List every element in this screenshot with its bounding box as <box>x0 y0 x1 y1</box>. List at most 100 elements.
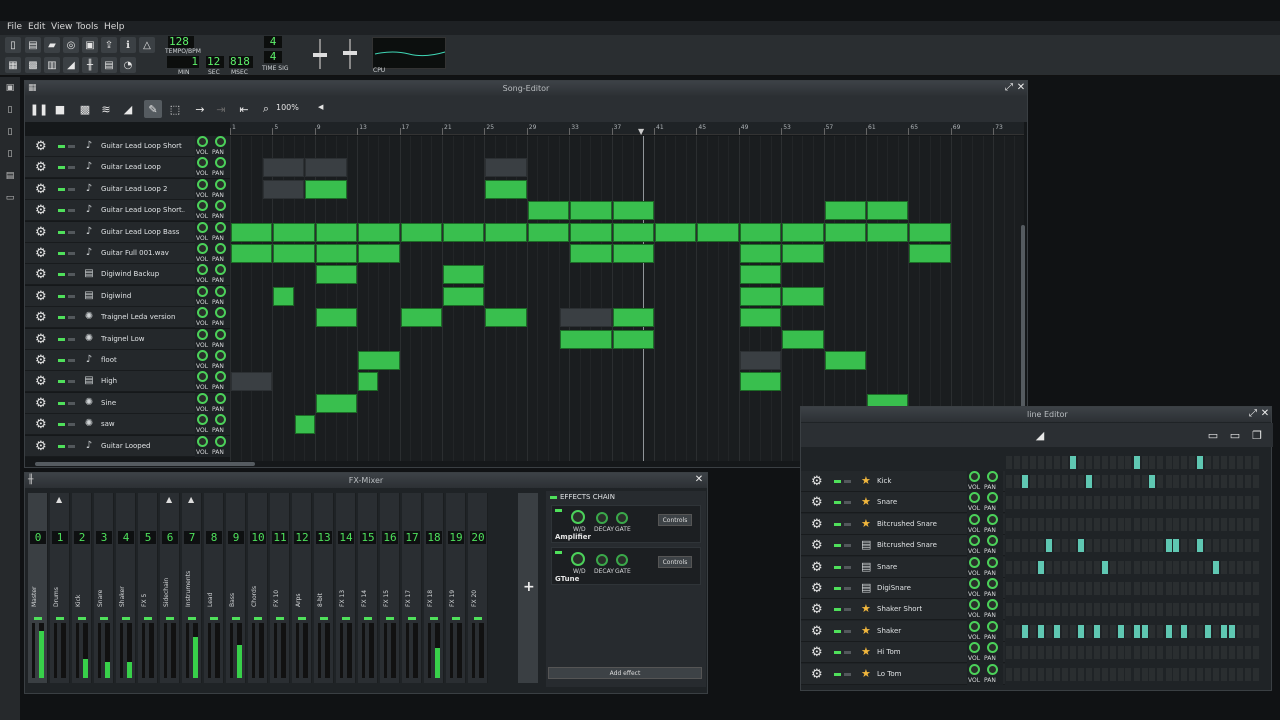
pattern-clip[interactable] <box>273 244 315 263</box>
step-button[interactable] <box>1053 560 1060 574</box>
track-row[interactable]: ⚙ ♪ Guitar Looped VOL PAN <box>25 435 230 457</box>
step-button[interactable] <box>1006 624 1012 638</box>
step-button[interactable] <box>1045 624 1052 638</box>
step-button[interactable] <box>1037 475 1044 488</box>
step-button[interactable] <box>1213 475 1220 488</box>
pattern-clip[interactable] <box>443 265 485 285</box>
channel-mute-led[interactable] <box>430 617 438 620</box>
volume-knob[interactable] <box>197 435 208 447</box>
step-button[interactable] <box>1109 517 1116 531</box>
fx-mixer-icon[interactable]: ╫ <box>82 57 98 73</box>
step-button[interactable] <box>1053 517 1060 531</box>
step-button[interactable] <box>1101 475 1108 488</box>
pattern-clip[interactable] <box>782 222 824 242</box>
track-name[interactable]: Guitar Full 001.wav <box>101 249 185 257</box>
channel-fader[interactable] <box>76 623 79 678</box>
step-button[interactable] <box>1109 560 1116 574</box>
track-row[interactable]: ⚙ ▤ High VOL PAN <box>25 371 230 393</box>
mute-toggle[interactable] <box>58 380 65 384</box>
solo-toggle[interactable] <box>844 522 851 526</box>
step-button[interactable] <box>1117 475 1124 488</box>
channel-mute-led[interactable] <box>364 617 372 620</box>
step-button[interactable] <box>1021 456 1028 469</box>
step-button[interactable] <box>1197 667 1204 681</box>
effect-led[interactable] <box>555 509 562 512</box>
step-button[interactable] <box>1125 475 1132 488</box>
pattern-clip[interactable] <box>612 329 654 349</box>
menu-tools[interactable]: Tools <box>76 22 98 32</box>
step-button[interactable] <box>1125 646 1132 660</box>
step-button[interactable] <box>1205 582 1212 595</box>
gear-icon[interactable]: ⚙ <box>35 310 47 325</box>
step-button[interactable] <box>1125 456 1132 469</box>
step-button[interactable] <box>1045 603 1052 617</box>
bb-track-row[interactable]: ⚙ ★ Kick VOL PAN <box>801 471 1005 492</box>
step-button[interactable] <box>1189 646 1196 660</box>
channel-name[interactable]: FX 5 <box>141 551 155 607</box>
step-button[interactable] <box>1109 624 1116 638</box>
step-button[interactable] <box>1173 539 1180 553</box>
step-button[interactable] <box>1157 624 1164 638</box>
step-button[interactable] <box>1149 517 1156 531</box>
channel-name[interactable]: FX 15 <box>383 551 397 607</box>
channel-mute-led[interactable] <box>276 617 284 620</box>
step-button[interactable] <box>1077 560 1084 574</box>
mixer-channel[interactable]: 15 FX 14 <box>358 493 378 683</box>
step-button[interactable] <box>1237 667 1244 681</box>
recent-projects-icon[interactable]: ◎ <box>63 37 79 53</box>
step-button[interactable] <box>1125 517 1132 531</box>
track-name[interactable]: High <box>101 377 185 385</box>
step-button[interactable] <box>1061 667 1068 681</box>
step-button[interactable] <box>1077 603 1084 617</box>
gear-icon[interactable]: ⚙ <box>35 225 47 240</box>
step-button[interactable] <box>1229 582 1236 595</box>
step-button[interactable] <box>1077 517 1084 531</box>
step-button[interactable] <box>1229 603 1236 617</box>
mute-toggle[interactable] <box>58 316 65 320</box>
track-row[interactable]: ⚙ ✺ Traignel Low VOL PAN <box>25 328 230 350</box>
step-button[interactable] <box>1101 603 1108 617</box>
step-button[interactable] <box>1205 456 1212 469</box>
bb-track-row[interactable]: ⚙ ★ Hi Tom VOL PAN <box>801 642 1005 664</box>
pattern-clip[interactable] <box>231 244 273 263</box>
draw-mode-button[interactable]: ✎ <box>144 100 162 118</box>
step-button[interactable] <box>1221 624 1228 638</box>
step-button[interactable] <box>1069 667 1076 681</box>
channel-name[interactable]: FX 10 <box>273 551 287 607</box>
gear-icon[interactable]: ⚙ <box>35 246 47 261</box>
track-name[interactable]: Traignel Low <box>101 335 185 343</box>
pattern-clip[interactable] <box>305 158 347 178</box>
step-button[interactable] <box>1165 624 1172 638</box>
close-icon[interactable]: ✕ <box>693 474 705 486</box>
pattern-clip[interactable] <box>315 222 358 242</box>
channel-fader[interactable] <box>164 623 167 678</box>
step-button[interactable] <box>1093 667 1100 681</box>
step-button[interactable] <box>1077 475 1084 488</box>
step-button[interactable] <box>1029 624 1036 638</box>
channel-name[interactable]: FX 18 <box>427 551 441 607</box>
step-button[interactable] <box>1253 475 1259 488</box>
step-button[interactable] <box>1165 646 1172 660</box>
step-button[interactable] <box>1173 517 1180 531</box>
volume-knob[interactable] <box>197 243 208 254</box>
menu-file[interactable]: File <box>7 22 22 32</box>
step-button[interactable] <box>1021 582 1028 595</box>
step-button[interactable] <box>1149 646 1156 660</box>
pattern-clip[interactable] <box>527 222 570 242</box>
channel-fader[interactable] <box>54 623 57 678</box>
step-button[interactable] <box>1085 517 1092 531</box>
mute-toggle[interactable] <box>834 672 841 676</box>
step-button[interactable] <box>1013 456 1020 469</box>
arrow-up-icon[interactable]: ▲ <box>166 495 172 504</box>
add-automation-track-button[interactable]: ◢ <box>119 100 137 118</box>
volume-knob[interactable] <box>197 392 208 404</box>
bb-track-row[interactable]: ⚙ ▤ Bitcrushed Snare VOL PAN <box>801 535 1005 557</box>
volume-knob[interactable] <box>969 471 980 482</box>
step-button[interactable] <box>1053 646 1060 660</box>
channel-name[interactable]: Bass <box>229 551 243 607</box>
step-button[interactable] <box>1157 667 1164 681</box>
step-button[interactable] <box>1221 496 1228 510</box>
track-row[interactable]: ⚙ ✺ Traignel Leda version VOL PAN <box>25 307 230 329</box>
pattern-clip[interactable] <box>739 351 782 370</box>
solo-toggle[interactable] <box>68 423 75 427</box>
